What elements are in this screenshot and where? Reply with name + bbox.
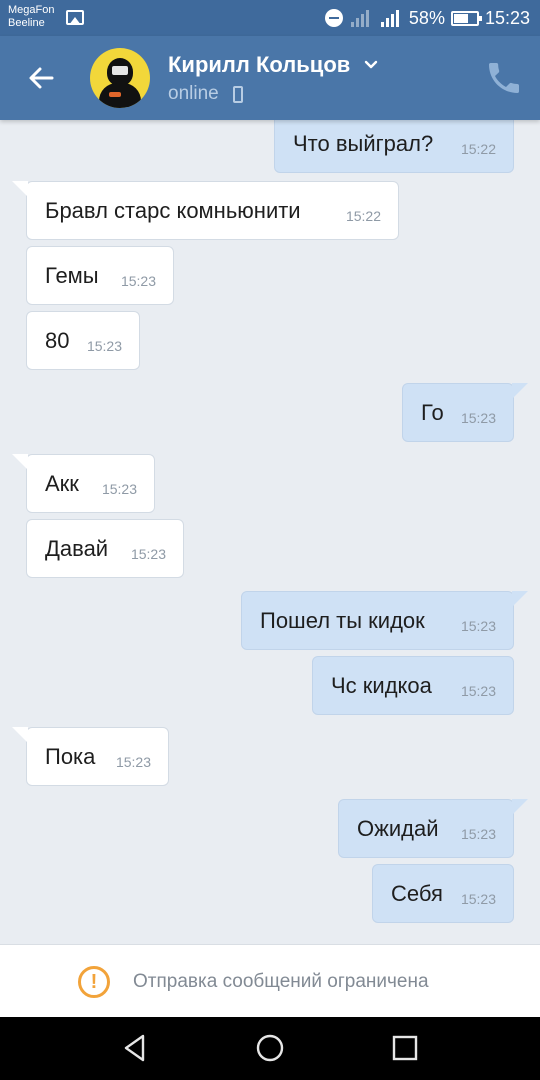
messaging-restricted-bar: ! Отправка сообщений ограничена <box>0 944 540 1017</box>
warning-icon: ! <box>78 966 110 998</box>
status-bar: MegaFon Beeline 58% 15:23 <box>0 0 540 36</box>
call-button[interactable] <box>484 58 524 98</box>
restriction-message: Отправка сообщений ограничена <box>133 971 429 992</box>
message-text: Акк <box>45 471 79 496</box>
message-time: 15:23 <box>460 826 496 842</box>
phone-icon <box>489 63 519 93</box>
message-bubble-incoming[interactable]: Бравл старс комньюнити 15:22 <box>12 181 399 240</box>
message-text: Чс кидкоа <box>331 673 432 698</box>
chat-header: Кирилл Кольцов online <box>0 36 540 120</box>
message-text: Пошел ты кидок <box>260 608 425 633</box>
message-bubble-incoming[interactable]: Акк 15:23 <box>12 454 155 513</box>
message-text: Гемы <box>45 263 99 288</box>
back-button[interactable] <box>20 56 64 100</box>
message-bubble-outgoing[interactable]: Себя 15:23 <box>372 864 514 923</box>
message-time: 15:23 <box>460 618 496 634</box>
avatar[interactable] <box>90 48 150 108</box>
carrier-1: MegaFon <box>8 4 55 16</box>
contact-name[interactable]: Кирилл Кольцов <box>168 52 350 78</box>
message-bubble-outgoing[interactable]: Чс кидкоа 15:23 <box>312 656 514 715</box>
dnd-icon <box>324 9 343 27</box>
mobile-icon <box>233 86 243 103</box>
message-time: 15:23 <box>460 891 496 907</box>
carrier-names: MegaFon Beeline <box>8 4 54 30</box>
system-navigation-bar <box>0 1017 540 1080</box>
message-bubble-incoming[interactable]: 80 15:23 <box>26 311 140 370</box>
recents-square-icon[interactable] <box>388 1031 422 1065</box>
message-text: Бравл старс комньюнити <box>45 198 301 223</box>
signal-icon <box>379 9 403 27</box>
signal-icon <box>349 9 373 27</box>
message-bubble-incoming[interactable]: Гемы 15:23 <box>26 246 174 305</box>
message-time: 15:23 <box>101 481 137 497</box>
message-text: Давай <box>45 536 109 561</box>
message-bubble-outgoing[interactable]: Пошел ты кидок 15:23 <box>241 591 528 650</box>
battery-icon <box>450 10 482 26</box>
message-text: Пока <box>45 744 96 769</box>
message-time: 15:23 <box>130 546 166 562</box>
home-circle-icon[interactable] <box>253 1031 287 1065</box>
battery-percent: 58% <box>408 7 445 28</box>
back-triangle-icon[interactable] <box>118 1031 152 1065</box>
message-text: Что выйграл? <box>293 131 434 156</box>
message-text: Себя <box>391 881 443 906</box>
message-bubble-outgoing[interactable]: Что выйграл? 15:22 <box>274 120 514 173</box>
message-time: 15:23 <box>120 273 156 289</box>
clock: 15:23 <box>484 7 530 28</box>
message-list[interactable]: Что выйграл? 15:22 Бравл старс комньюнит… <box>0 120 540 944</box>
message-text: Го <box>421 400 444 425</box>
message-text: 80 <box>45 328 70 353</box>
message-bubble-outgoing[interactable]: Ожидай 15:23 <box>338 799 528 858</box>
message-time: 15:23 <box>460 410 496 426</box>
message-time: 15:22 <box>345 208 381 224</box>
message-text: Ожидай <box>357 816 439 841</box>
message-bubble-outgoing[interactable]: Го 15:23 <box>402 383 528 442</box>
chevron-down-icon[interactable] <box>364 60 378 70</box>
back-arrow-icon <box>29 67 54 89</box>
message-time: 15:22 <box>460 141 496 157</box>
gallery-icon <box>66 10 84 25</box>
message-bubble-incoming[interactable]: Давай 15:23 <box>26 519 184 578</box>
message-time: 15:23 <box>115 754 151 770</box>
presence-status: online <box>168 83 219 104</box>
message-time: 15:23 <box>460 683 496 699</box>
message-time: 15:23 <box>86 338 122 354</box>
carrier-2: Beeline <box>8 17 45 29</box>
status-indicators: 58% 15:23 <box>324 6 530 30</box>
message-bubble-incoming[interactable]: Пока 15:23 <box>12 727 169 786</box>
